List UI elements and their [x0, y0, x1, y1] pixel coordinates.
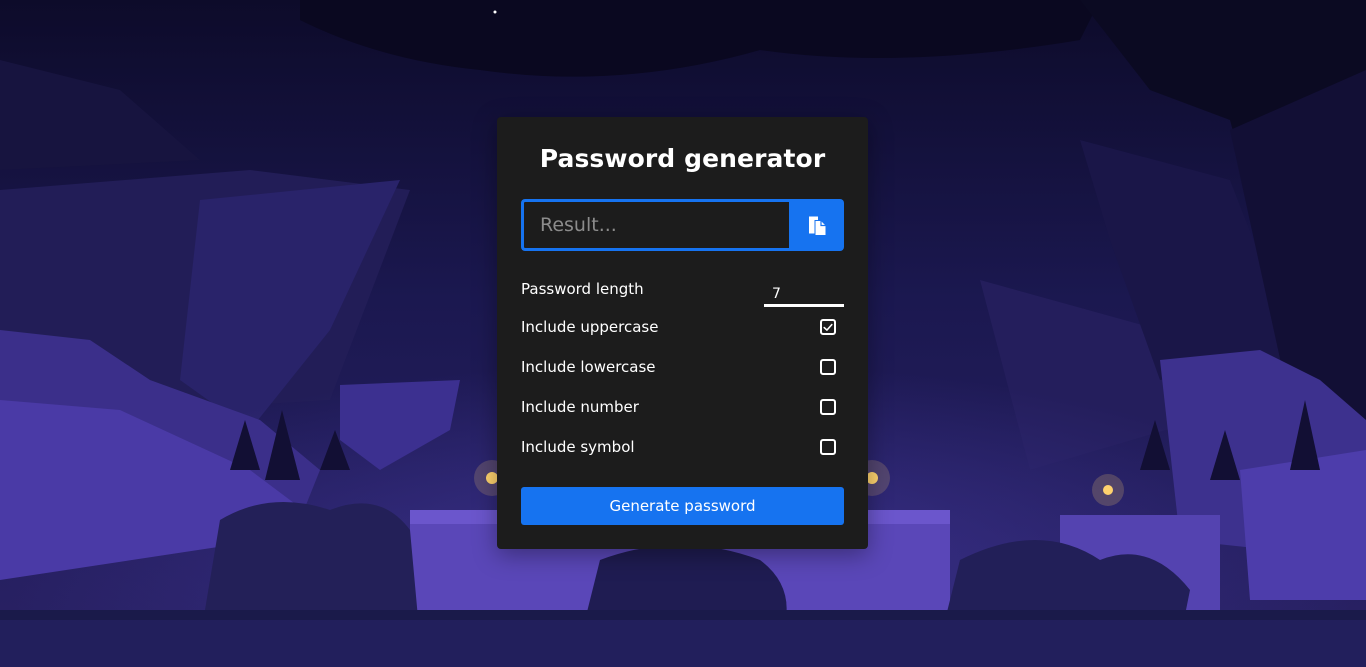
- number-checkbox[interactable]: [820, 399, 836, 415]
- option-symbol: Include symbol: [521, 432, 844, 462]
- generate-password-button[interactable]: Generate password: [521, 487, 844, 525]
- symbol-label: Include symbol: [521, 438, 635, 456]
- option-number: Include number: [521, 392, 844, 422]
- card-title: Password generator: [539, 144, 826, 173]
- copy-button[interactable]: [789, 199, 844, 251]
- option-uppercase: Include uppercase: [521, 312, 844, 342]
- lowercase-checkbox[interactable]: [820, 359, 836, 375]
- uppercase-checkbox[interactable]: [820, 319, 836, 335]
- clipboard-icon: [808, 216, 825, 235]
- password-generator-card: Password generator Password length Inclu…: [497, 117, 868, 549]
- lowercase-label: Include lowercase: [521, 358, 656, 376]
- symbol-checkbox[interactable]: [820, 439, 836, 455]
- checkmark-icon: [823, 323, 833, 331]
- uppercase-label: Include uppercase: [521, 318, 659, 336]
- number-label: Include number: [521, 398, 639, 416]
- result-input[interactable]: [521, 199, 789, 251]
- result-group: [521, 199, 844, 251]
- option-password-length: Password length: [521, 274, 844, 307]
- option-lowercase: Include lowercase: [521, 352, 844, 382]
- password-length-label: Password length: [521, 280, 644, 298]
- password-length-input[interactable]: [764, 279, 844, 307]
